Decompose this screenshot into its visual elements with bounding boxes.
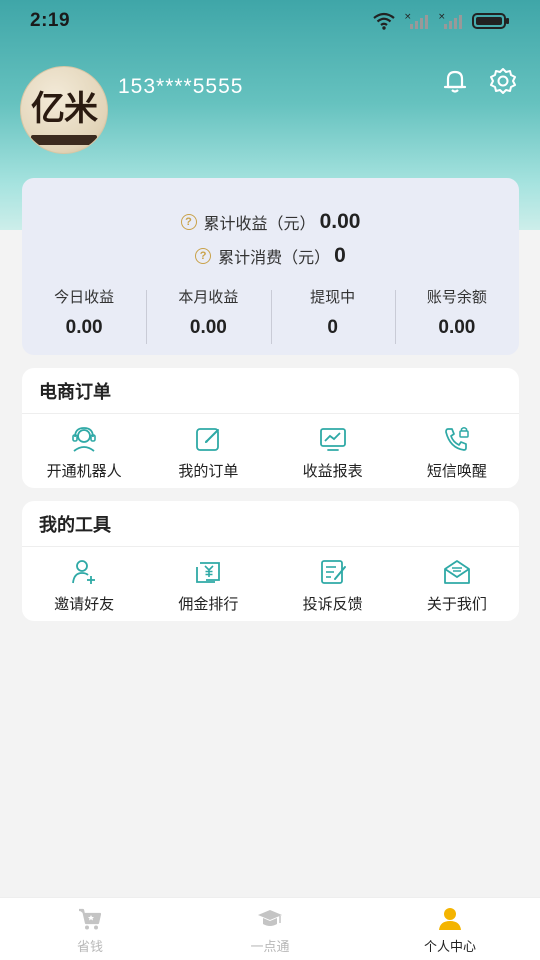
open-robot-button[interactable]: 开通机器人 xyxy=(22,414,146,488)
grid-item-label: 收益报表 xyxy=(302,463,363,480)
cart-icon xyxy=(79,908,102,930)
stat-label: 账号余额 xyxy=(426,289,487,306)
edit-order-icon xyxy=(196,428,220,451)
status-bar: 2:19 × × xyxy=(0,0,540,42)
orders-card: 电商订单 开通机器人 我的订单 收益报表 短信唤醒 xyxy=(22,368,519,488)
person-icon xyxy=(439,908,461,930)
tab-label: 省钱 xyxy=(76,939,103,954)
stat-value: 0.00 xyxy=(438,317,476,338)
grid-item-label: 我的订单 xyxy=(178,463,239,480)
signal-icon: × xyxy=(438,12,462,29)
yuan-rank-icon xyxy=(196,562,221,583)
stat-value: 0 xyxy=(327,317,338,338)
orders-card-title: 电商订单 xyxy=(22,368,519,414)
gear-icon[interactable] xyxy=(488,66,518,96)
user-phone: 153****5555 xyxy=(118,75,244,98)
commission-rank-button[interactable]: 佣金排行 xyxy=(146,547,270,621)
complaint-feedback-button[interactable]: 投诉反馈 xyxy=(271,547,395,621)
add-user-icon xyxy=(72,560,96,584)
header-actions xyxy=(440,66,518,96)
status-time: 2:19 xyxy=(30,10,71,31)
help-icon[interactable]: ? xyxy=(195,248,212,264)
total-income-label: 累计收益（元） xyxy=(203,216,316,233)
tab-personal-center[interactable]: 个人中心 xyxy=(360,898,540,960)
stat-withdrawing[interactable]: 提现中 0 xyxy=(270,282,395,344)
stat-month-income[interactable]: 本月收益 0.00 xyxy=(146,282,270,344)
avatar-logo-text: 亿米 xyxy=(31,89,98,129)
about-us-button[interactable]: 关于我们 xyxy=(395,547,519,621)
signal-icon: × xyxy=(404,12,428,29)
tab-label: 个人中心 xyxy=(423,939,476,954)
tools-card-title: 我的工具 xyxy=(22,501,519,547)
tab-save-money[interactable]: 省钱 xyxy=(0,898,180,960)
graduation-cap-icon xyxy=(258,910,282,926)
stat-value: 0.00 xyxy=(65,317,103,338)
stat-value: 0.00 xyxy=(189,317,227,338)
invite-friends-button[interactable]: 邀请好友 xyxy=(22,547,146,621)
stat-balance[interactable]: 账号余额 0.00 xyxy=(394,282,519,344)
envelope-icon xyxy=(443,560,470,584)
grid-item-label: 邀请好友 xyxy=(54,596,115,613)
profile-section: 亿米 153****5555 xyxy=(20,66,243,154)
stats-row: 今日收益 0.00 本月收益 0.00 提现中 0 账号余额 0.00 xyxy=(22,282,519,344)
avatar-logo-strip xyxy=(31,135,97,145)
avatar[interactable]: 亿米 xyxy=(20,66,108,154)
grid-item-label: 佣金排行 xyxy=(178,596,239,613)
total-spend-value: 0 xyxy=(334,244,346,267)
svg-text:×: × xyxy=(438,12,446,22)
status-icons: × × xyxy=(372,12,510,30)
phone-lock-icon xyxy=(445,427,469,451)
help-icon[interactable]: ? xyxy=(180,214,197,230)
feedback-note-icon xyxy=(320,560,346,584)
earnings-summary-card: ? 累计收益（元） 0.00 ? 累计消费（元） 0 今日收益 0.00 本月收… xyxy=(22,178,519,355)
chart-monitor-icon xyxy=(319,428,346,451)
total-income-value: 0.00 xyxy=(319,210,361,233)
svg-text:×: × xyxy=(404,12,412,22)
bell-icon[interactable] xyxy=(440,66,470,96)
robot-headset-icon xyxy=(72,427,96,452)
orders-grid: 开通机器人 我的订单 收益报表 短信唤醒 xyxy=(22,414,519,488)
stat-label: 今日收益 xyxy=(54,289,115,306)
tab-label: 一点通 xyxy=(250,939,290,954)
total-income-row: ? 累计收益（元） 0.00 xyxy=(22,210,519,234)
grid-item-label: 投诉反馈 xyxy=(302,596,363,613)
sms-wakeup-button[interactable]: 短信唤醒 xyxy=(395,414,519,488)
stat-label: 本月收益 xyxy=(178,289,239,306)
total-spend-label: 累计消费（元） xyxy=(218,250,331,267)
grid-item-label: 开通机器人 xyxy=(46,463,122,480)
grid-item-label: 短信唤醒 xyxy=(426,463,487,480)
stat-today-income[interactable]: 今日收益 0.00 xyxy=(22,282,146,342)
grid-item-label: 关于我们 xyxy=(426,596,487,613)
tab-yidiantong[interactable]: 一点通 xyxy=(180,898,360,960)
total-spend-row: ? 累计消费（元） 0 xyxy=(22,244,519,268)
my-orders-button[interactable]: 我的订单 xyxy=(146,414,270,488)
income-report-button[interactable]: 收益报表 xyxy=(271,414,395,488)
bottom-tab-bar: 省钱 一点通 个人中心 xyxy=(0,897,540,960)
tools-grid: 邀请好友 佣金排行 投诉反馈 关于我们 xyxy=(22,547,519,621)
wifi-icon xyxy=(373,12,395,30)
stat-label: 提现中 xyxy=(310,289,356,306)
tools-card: 我的工具 邀请好友 佣金排行 投诉反馈 关于我们 xyxy=(22,501,519,621)
battery-icon xyxy=(472,13,509,29)
